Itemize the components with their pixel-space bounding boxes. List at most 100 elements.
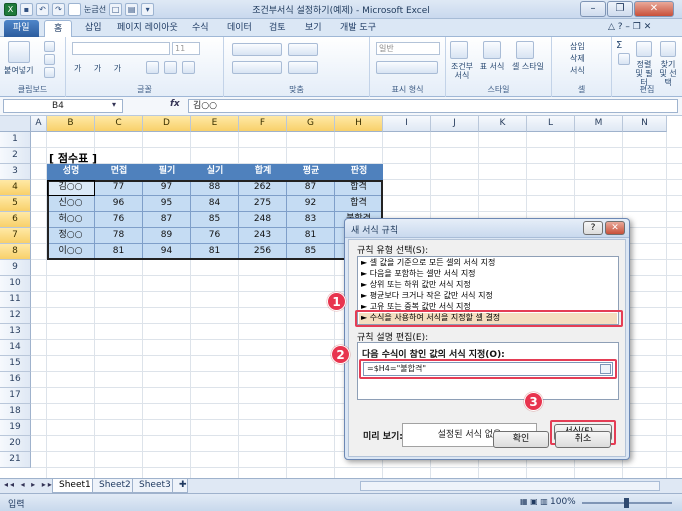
table-format-icon[interactable] — [483, 41, 501, 59]
ok-button[interactable]: 확인 — [493, 431, 549, 448]
row-header[interactable]: 5 — [0, 196, 31, 212]
merge-center-icon[interactable] — [288, 61, 318, 74]
row-header[interactable]: 8 — [0, 244, 31, 260]
delete-cells-button[interactable]: 삭제 — [570, 53, 585, 64]
row-header[interactable]: 1 — [0, 132, 31, 148]
row-header[interactable]: 7 — [0, 228, 31, 244]
column-header[interactable]: F — [239, 116, 287, 132]
tab-file[interactable]: 파일 — [4, 20, 39, 37]
row-header[interactable]: 17 — [0, 388, 31, 404]
table-header-cell[interactable]: 평균 — [287, 164, 335, 180]
minimize-button[interactable]: – — [580, 1, 606, 17]
tab-data[interactable]: 데이터 — [218, 20, 261, 37]
cut-icon[interactable] — [44, 41, 55, 52]
column-header[interactable]: J — [431, 116, 479, 132]
sheet-tab-3[interactable]: Sheet3 — [132, 479, 178, 493]
zoom-slider-thumb[interactable] — [624, 498, 629, 508]
wrap-text-icon[interactable] — [288, 43, 318, 56]
sheet-nav-arrows-icon[interactable]: ◂◂ ◂ ▸ ▸▸ — [4, 480, 54, 489]
row-header[interactable]: 4 — [0, 180, 31, 196]
table-header-cell[interactable]: 합계 — [239, 164, 287, 180]
table-header-cell[interactable]: 필기 — [143, 164, 191, 180]
view-buttons-icon[interactable]: ▦ ▣ ▥ — [520, 497, 548, 506]
sheet-tab-1[interactable]: Sheet1 — [52, 479, 98, 493]
dialog-close-button[interactable]: ✕ — [605, 221, 625, 235]
table-header-cell[interactable]: 성명 — [47, 164, 95, 180]
paste-button[interactable]: 붙여넣기 — [4, 65, 33, 76]
find-select-icon[interactable] — [660, 41, 676, 57]
table-header-cell[interactable]: 실기 — [191, 164, 239, 180]
sheet-tab-2[interactable]: Sheet2 — [92, 479, 138, 493]
sort-filter-button[interactable]: 정렬 및 필터 — [632, 60, 656, 87]
font-size-dropdown[interactable]: 11 — [172, 42, 200, 55]
tab-review[interactable]: 검토 — [260, 20, 295, 37]
row-header[interactable]: 20 — [0, 436, 31, 452]
horizontal-scrollbar[interactable] — [360, 481, 660, 491]
column-header[interactable]: M — [575, 116, 623, 132]
bold-italic-underline-icon[interactable]: 가 가 가 — [74, 63, 126, 74]
vertical-align-icon[interactable] — [232, 43, 282, 56]
tab-page-layout[interactable]: 페이지 레이아웃 — [108, 20, 187, 37]
tab-view[interactable]: 보기 — [296, 20, 331, 37]
fill-icon[interactable] — [618, 53, 630, 65]
rule-type-item[interactable]: ► 상위 또는 하위 값만 서식 지정 — [361, 280, 471, 291]
column-header[interactable]: C — [95, 116, 143, 132]
close-button[interactable]: ✕ — [634, 1, 674, 17]
horizontal-align-icon[interactable] — [232, 61, 282, 74]
column-header[interactable]: N — [623, 116, 667, 132]
paste-icon[interactable] — [8, 41, 30, 63]
tab-formulas[interactable]: 수식 — [183, 20, 218, 37]
format-cells-button[interactable]: 서식 — [570, 65, 585, 76]
table-format-button[interactable]: 표 서식 — [479, 62, 505, 71]
row-header[interactable]: 13 — [0, 324, 31, 340]
sort-filter-icon[interactable] — [636, 41, 652, 57]
rule-type-item[interactable]: ► 셀 값을 기준으로 모든 셀의 서식 지정 — [361, 258, 495, 269]
border-icon[interactable] — [146, 61, 159, 74]
row-header[interactable]: 11 — [0, 292, 31, 308]
ribbon-window-controls-icon[interactable]: △ ? – ❐ ✕ — [608, 22, 651, 32]
restore-button[interactable]: ❐ — [607, 1, 633, 17]
conditional-format-button[interactable]: 조건부 서식 — [447, 62, 477, 80]
row-header[interactable]: 9 — [0, 260, 31, 276]
table-header-cell[interactable]: 판정 — [335, 164, 383, 180]
row-header[interactable]: 19 — [0, 420, 31, 436]
row-header[interactable]: 2 — [0, 148, 31, 164]
number-style-icon[interactable] — [376, 61, 438, 74]
fill-color-icon[interactable] — [164, 61, 177, 74]
rule-type-item[interactable]: ► 평균보다 크거나 작은 값만 서식 지정 — [361, 291, 493, 302]
table-header-cell[interactable]: 면접 — [95, 164, 143, 180]
copy-icon[interactable] — [44, 54, 55, 65]
font-name-dropdown[interactable] — [72, 42, 170, 55]
number-format-dropdown[interactable]: 일반 — [376, 42, 440, 55]
find-select-button[interactable]: 찾기 및 선택 — [656, 60, 680, 87]
formula-input[interactable]: 김○○ — [188, 99, 678, 113]
row-header[interactable]: 18 — [0, 404, 31, 420]
cell-style-button[interactable]: 셀 스타일 — [509, 62, 547, 71]
row-header[interactable]: 6 — [0, 212, 31, 228]
insert-sheet-icon[interactable]: ✚ — [172, 479, 188, 493]
column-header[interactable]: H — [335, 116, 383, 132]
font-color-icon[interactable] — [182, 61, 195, 74]
tab-developer[interactable]: 개발 도구 — [331, 20, 385, 37]
column-header[interactable]: B — [47, 116, 95, 132]
row-header[interactable]: 3 — [0, 164, 31, 180]
cancel-button[interactable]: 취소 — [555, 431, 611, 448]
conditional-format-icon[interactable] — [450, 41, 468, 59]
insert-cells-button[interactable]: 삽입 — [570, 41, 585, 52]
select-all-corner[interactable] — [0, 116, 31, 132]
insert-function-icon[interactable]: fx — [170, 99, 180, 109]
name-box-dropdown-icon[interactable]: ▾ — [112, 100, 116, 109]
rule-type-item[interactable]: ► 다음을 포함하는 셀만 서식 지정 — [361, 269, 476, 280]
column-header[interactable]: L — [527, 116, 575, 132]
column-header[interactable]: K — [479, 116, 527, 132]
row-header[interactable]: 10 — [0, 276, 31, 292]
autosum-icon[interactable]: Σ — [616, 40, 622, 51]
dialog-help-button[interactable]: ? — [583, 221, 603, 235]
tab-home[interactable]: 홈 — [44, 20, 73, 37]
cell-style-icon[interactable] — [516, 41, 534, 59]
column-header[interactable]: E — [191, 116, 239, 132]
column-header[interactable]: G — [287, 116, 335, 132]
tab-insert[interactable]: 삽입 — [76, 20, 111, 37]
column-header[interactable]: D — [143, 116, 191, 132]
row-header[interactable]: 12 — [0, 308, 31, 324]
